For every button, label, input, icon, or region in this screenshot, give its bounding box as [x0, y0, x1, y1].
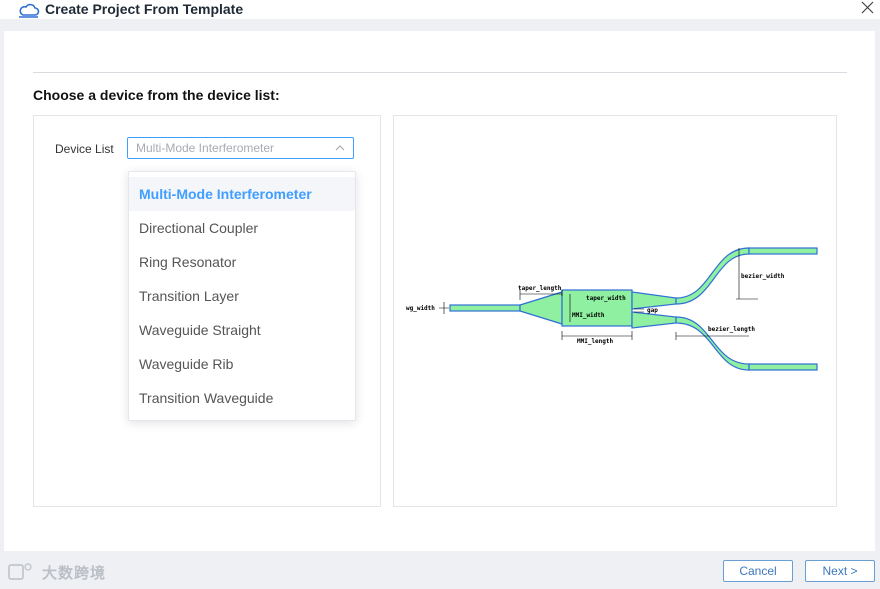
page-heading: Choose a device from the device list: [33, 87, 280, 103]
option-transition-layer[interactable]: Transition Layer [129, 279, 355, 313]
label-mmi-width: MMI_width [572, 312, 605, 319]
label-bezier-width: bezier_width [741, 273, 785, 280]
next-button[interactable]: Next > [805, 560, 875, 582]
device-list-label: Device List [55, 142, 114, 156]
cloud-icon [19, 3, 40, 18]
input-waveguide [449, 304, 521, 312]
bezier-bend-bottom [675, 316, 750, 371]
label-taper-width: taper_width [586, 295, 626, 302]
label-taper-length: taper_length [518, 285, 562, 292]
label-bezier-length: bezier_length [708, 326, 755, 333]
option-directional-coupler[interactable]: Directional Coupler [129, 211, 355, 245]
mmi-diagram: wg_width taper_length taper_width MMI_wi… [406, 247, 818, 371]
watermark-logo: 大数跨境 [6, 561, 121, 583]
output-waveguide-bottom [748, 363, 818, 371]
input-taper [519, 291, 563, 325]
option-waveguide-straight[interactable]: Waveguide Straight [129, 313, 355, 347]
watermark-icon [8, 563, 32, 580]
option-multi-mode-interferometer[interactable]: Multi-Mode Interferometer [129, 177, 355, 211]
device-list-select[interactable]: Multi-Mode Interferometer [127, 137, 354, 159]
watermark-text: 大数跨境 [42, 565, 107, 582]
output-waveguide-top [748, 247, 818, 255]
label-mmi-length: MMI_length [577, 338, 614, 345]
device-preview-panel: wg_width taper_length taper_width MMI_wi… [393, 115, 837, 507]
window-title: Create Project From Template [45, 1, 244, 17]
label-gap: gap [647, 307, 658, 314]
chevron-up-icon [335, 145, 345, 151]
device-list-dropdown: Multi-Mode Interferometer Directional Co… [128, 171, 356, 421]
device-selection-panel: Device List Multi-Mode Interferometer Mu… [33, 115, 381, 507]
title-bar: Create Project From Template [0, 0, 880, 19]
bezier-bend-top [675, 247, 750, 305]
option-ring-resonator[interactable]: Ring Resonator [129, 245, 355, 279]
mmi-device-shape [449, 247, 818, 371]
header-divider [33, 72, 847, 73]
option-transition-waveguide[interactable]: Transition Waveguide [129, 381, 355, 415]
device-list-selected-value: Multi-Mode Interferometer [136, 141, 275, 155]
label-wg-width: wg_width [406, 305, 435, 312]
cancel-button[interactable]: Cancel [723, 560, 793, 582]
option-waveguide-rib[interactable]: Waveguide Rib [129, 347, 355, 381]
dialog-body: Choose a device from the device list: De… [4, 31, 875, 551]
close-icon[interactable] [859, 0, 875, 16]
output-taper-bottom [631, 311, 677, 329]
